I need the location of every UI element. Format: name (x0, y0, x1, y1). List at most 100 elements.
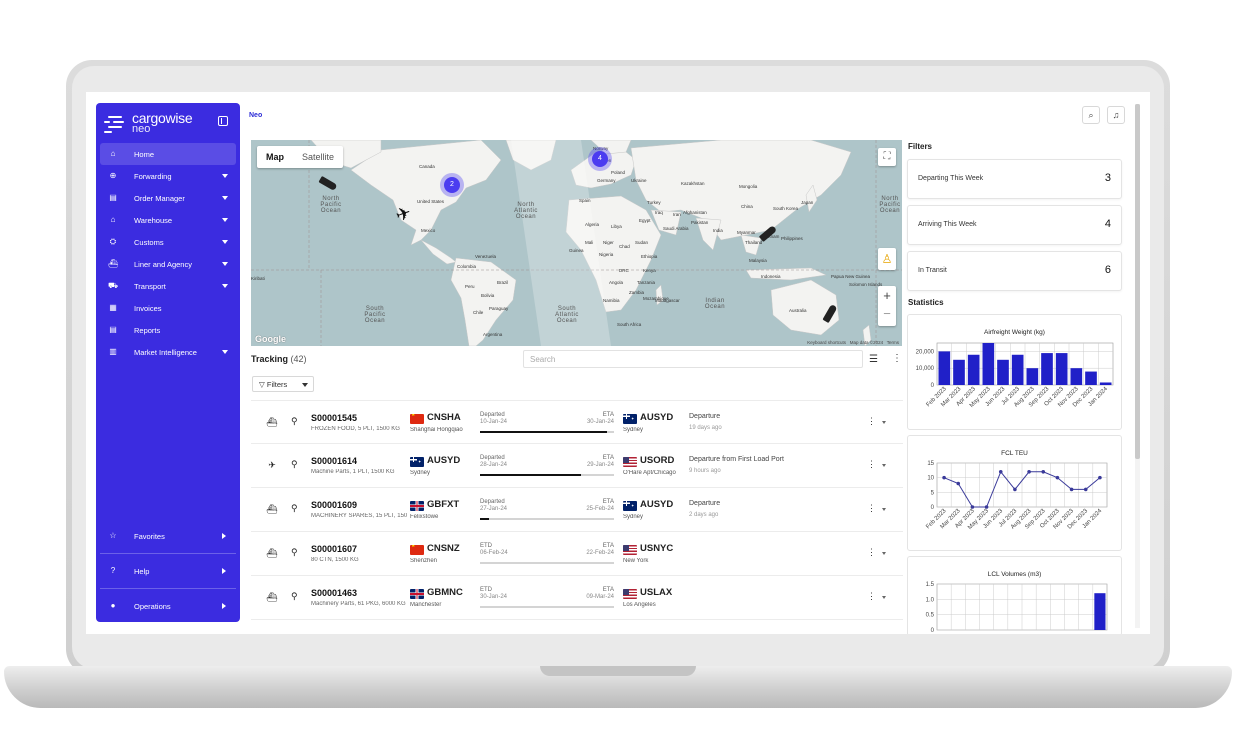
map-tab-satellite[interactable]: Satellite (293, 146, 343, 168)
table-row[interactable]: ⛴ ⚲ S00001463 Machinery Parts, 61 PKG, 6000… (251, 576, 903, 620)
more-vertical-icon[interactable]: ⋮ (867, 591, 876, 602)
bar[interactable] (1041, 353, 1053, 385)
filters-button[interactable]: ▽ Filters (252, 376, 314, 392)
bell-icon[interactable]: ♫ (1107, 106, 1125, 124)
google-logo[interactable]: Google (255, 334, 286, 344)
sidebar-item-invoices[interactable]: ▦ Invoices (100, 297, 236, 319)
shipment-cluster-north-america[interactable]: 2 (444, 177, 460, 193)
sidebar-item-liner-and-agency[interactable]: ⛴ Liner and Agency (100, 253, 236, 275)
chevron-down-icon[interactable] (882, 508, 886, 511)
bar[interactable] (1094, 593, 1106, 630)
shipment-ref[interactable]: S00001463 (311, 588, 357, 598)
filter-card-arriving[interactable]: Arriving This Week 4 (907, 205, 1122, 245)
sort-icon[interactable]: ☰ (869, 354, 878, 365)
location-pin-icon[interactable]: ⚲ (291, 459, 298, 470)
shipment-cluster-europe[interactable]: 4 (592, 151, 608, 167)
ocean-indian: Indian Ocean (704, 298, 726, 310)
more-vertical-icon[interactable]: ⋮ (892, 353, 902, 364)
sidebar-item-order-manager[interactable]: ▤ Order Manager (100, 187, 236, 209)
location-pin-icon[interactable]: ⚲ (291, 503, 298, 514)
location-pin-icon[interactable]: ⚲ (291, 591, 298, 602)
bar[interactable] (1011, 354, 1024, 385)
data-point[interactable] (1069, 487, 1074, 492)
zoom-out-icon[interactable]: − (878, 306, 896, 322)
data-point[interactable] (1013, 487, 1017, 492)
bar-chart-icon: ▥ (109, 347, 117, 356)
fullscreen-icon[interactable]: ⛶ (878, 148, 896, 166)
page-scrollbar[interactable] (1135, 104, 1140, 628)
shipment-ref[interactable]: S00001614 (311, 456, 357, 466)
filter-card-departing[interactable]: Departing This Week 3 (907, 159, 1122, 199)
location-pin-icon[interactable]: ⚲ (291, 416, 298, 427)
place-label: Namibia (603, 298, 620, 303)
map-tab-map[interactable]: Map (257, 146, 293, 168)
user-icon: ● (110, 601, 116, 610)
terms-link[interactable]: Terms (887, 340, 899, 345)
bar[interactable] (1070, 368, 1083, 385)
star-icon: ☆ (109, 531, 117, 540)
sidebar-item-label: Market Intelligence (134, 347, 197, 357)
bar[interactable] (1099, 382, 1112, 385)
more-vertical-icon[interactable]: ⋮ (867, 547, 876, 558)
bar[interactable] (967, 354, 980, 385)
sidebar-item-label: Forwarding (134, 171, 172, 181)
bar[interactable] (1055, 353, 1068, 385)
scrollbar-thumb[interactable] (1135, 104, 1140, 459)
sidebar-item-transport[interactable]: ⛟ Transport (100, 275, 236, 297)
place-label: China (741, 204, 753, 209)
bar[interactable] (953, 359, 965, 385)
more-vertical-icon[interactable]: ⋮ (867, 459, 876, 470)
chevron-down-icon[interactable] (882, 596, 886, 599)
bar[interactable] (1026, 368, 1039, 385)
zoom-in-icon[interactable]: + (878, 286, 896, 306)
bar[interactable] (982, 343, 995, 385)
table-row[interactable]: ⛴ ⚲ S00001545 FROZEN FOOD, 5 PLT, 1500 KG CN… (251, 400, 903, 444)
sidebar-item-market-intelligence[interactable]: ▥ Market Intelligence (100, 341, 236, 363)
sidebar-item-warehouse[interactable]: ⌂ Warehouse (100, 209, 236, 231)
data-point[interactable] (1041, 470, 1046, 474)
sidebar-item-home[interactable]: ⌂ Home (100, 143, 236, 165)
shipment-ref[interactable]: S00001607 (311, 544, 357, 554)
chevron-down-icon[interactable] (882, 552, 886, 555)
more-vertical-icon[interactable]: ⋮ (867, 503, 876, 514)
place-label: Libya (611, 224, 622, 229)
sidebar-item-reports[interactable]: ▤ Reports (100, 319, 236, 341)
breadcrumb[interactable]: Neo (249, 112, 262, 119)
bar[interactable] (997, 359, 1009, 385)
data-point[interactable] (1055, 475, 1060, 480)
sidebar-item-forwarding[interactable]: ⊕ Forwarding (100, 165, 236, 187)
sidebar-item-help[interactable]: ? Help (100, 560, 236, 582)
data-point[interactable] (956, 481, 961, 486)
chevron-down-icon[interactable] (882, 464, 886, 467)
sidebar-item-favorites[interactable]: ☆ Favorites (100, 525, 236, 547)
table-row[interactable]: ✈ ⚲ S00001614 Machine Parts, 1 PLT, 1500 KG… (251, 444, 903, 488)
sidebar-item-customs[interactable]: ⛭ Customs (100, 231, 236, 253)
table-row[interactable]: ⛴ ⚲ S00001607 80 CTN, 1500 KG CNSNZ Shenzhen E… (251, 532, 903, 576)
brand-logo[interactable]: cargowise neo (104, 111, 193, 137)
sidebar-nav: ⌂ Home ⊕ Forwarding ▤ Order Manager ⌂ Warehouse… (100, 143, 236, 363)
keyboard-shortcuts-link[interactable]: Keyboard shortcuts (807, 340, 846, 345)
data-point[interactable] (998, 470, 1003, 474)
table-row[interactable]: ⛴ ⚲ S00001609 MACHINERY SPARES, 15 PLT, 150… (251, 488, 903, 532)
data-point[interactable] (1098, 475, 1102, 480)
data-point[interactable] (942, 475, 946, 480)
collapse-sidebar-icon[interactable] (218, 116, 228, 126)
bar[interactable] (938, 351, 951, 385)
bar[interactable] (1085, 371, 1097, 385)
sidebar-item-operations[interactable]: ● Operations (100, 595, 236, 617)
eta-label: ETA (602, 455, 614, 461)
data-point[interactable] (1027, 470, 1031, 474)
location-pin-icon[interactable]: ⚲ (291, 547, 298, 558)
street-view-pegman-icon[interactable]: ♙ (878, 248, 896, 270)
search-icon[interactable]: ⌕ (1082, 106, 1100, 124)
shipment-map[interactable]: Map Satellite ⛶ ♙ + − North Pacific Ocea… (251, 140, 902, 346)
shipment-ref[interactable]: S00001545 (311, 413, 357, 423)
shipment-description: Machine Parts, 1 PLT, 1500 KG (311, 469, 395, 475)
data-point[interactable] (1083, 487, 1088, 492)
tracking-search-input[interactable]: Search (523, 350, 863, 368)
chevron-down-icon[interactable] (882, 421, 886, 424)
place-label: Zambia (629, 290, 645, 295)
shipment-ref[interactable]: S00001609 (311, 500, 357, 510)
more-vertical-icon[interactable]: ⋮ (867, 416, 876, 427)
filter-card-in-transit[interactable]: In Transit 6 (907, 251, 1122, 291)
